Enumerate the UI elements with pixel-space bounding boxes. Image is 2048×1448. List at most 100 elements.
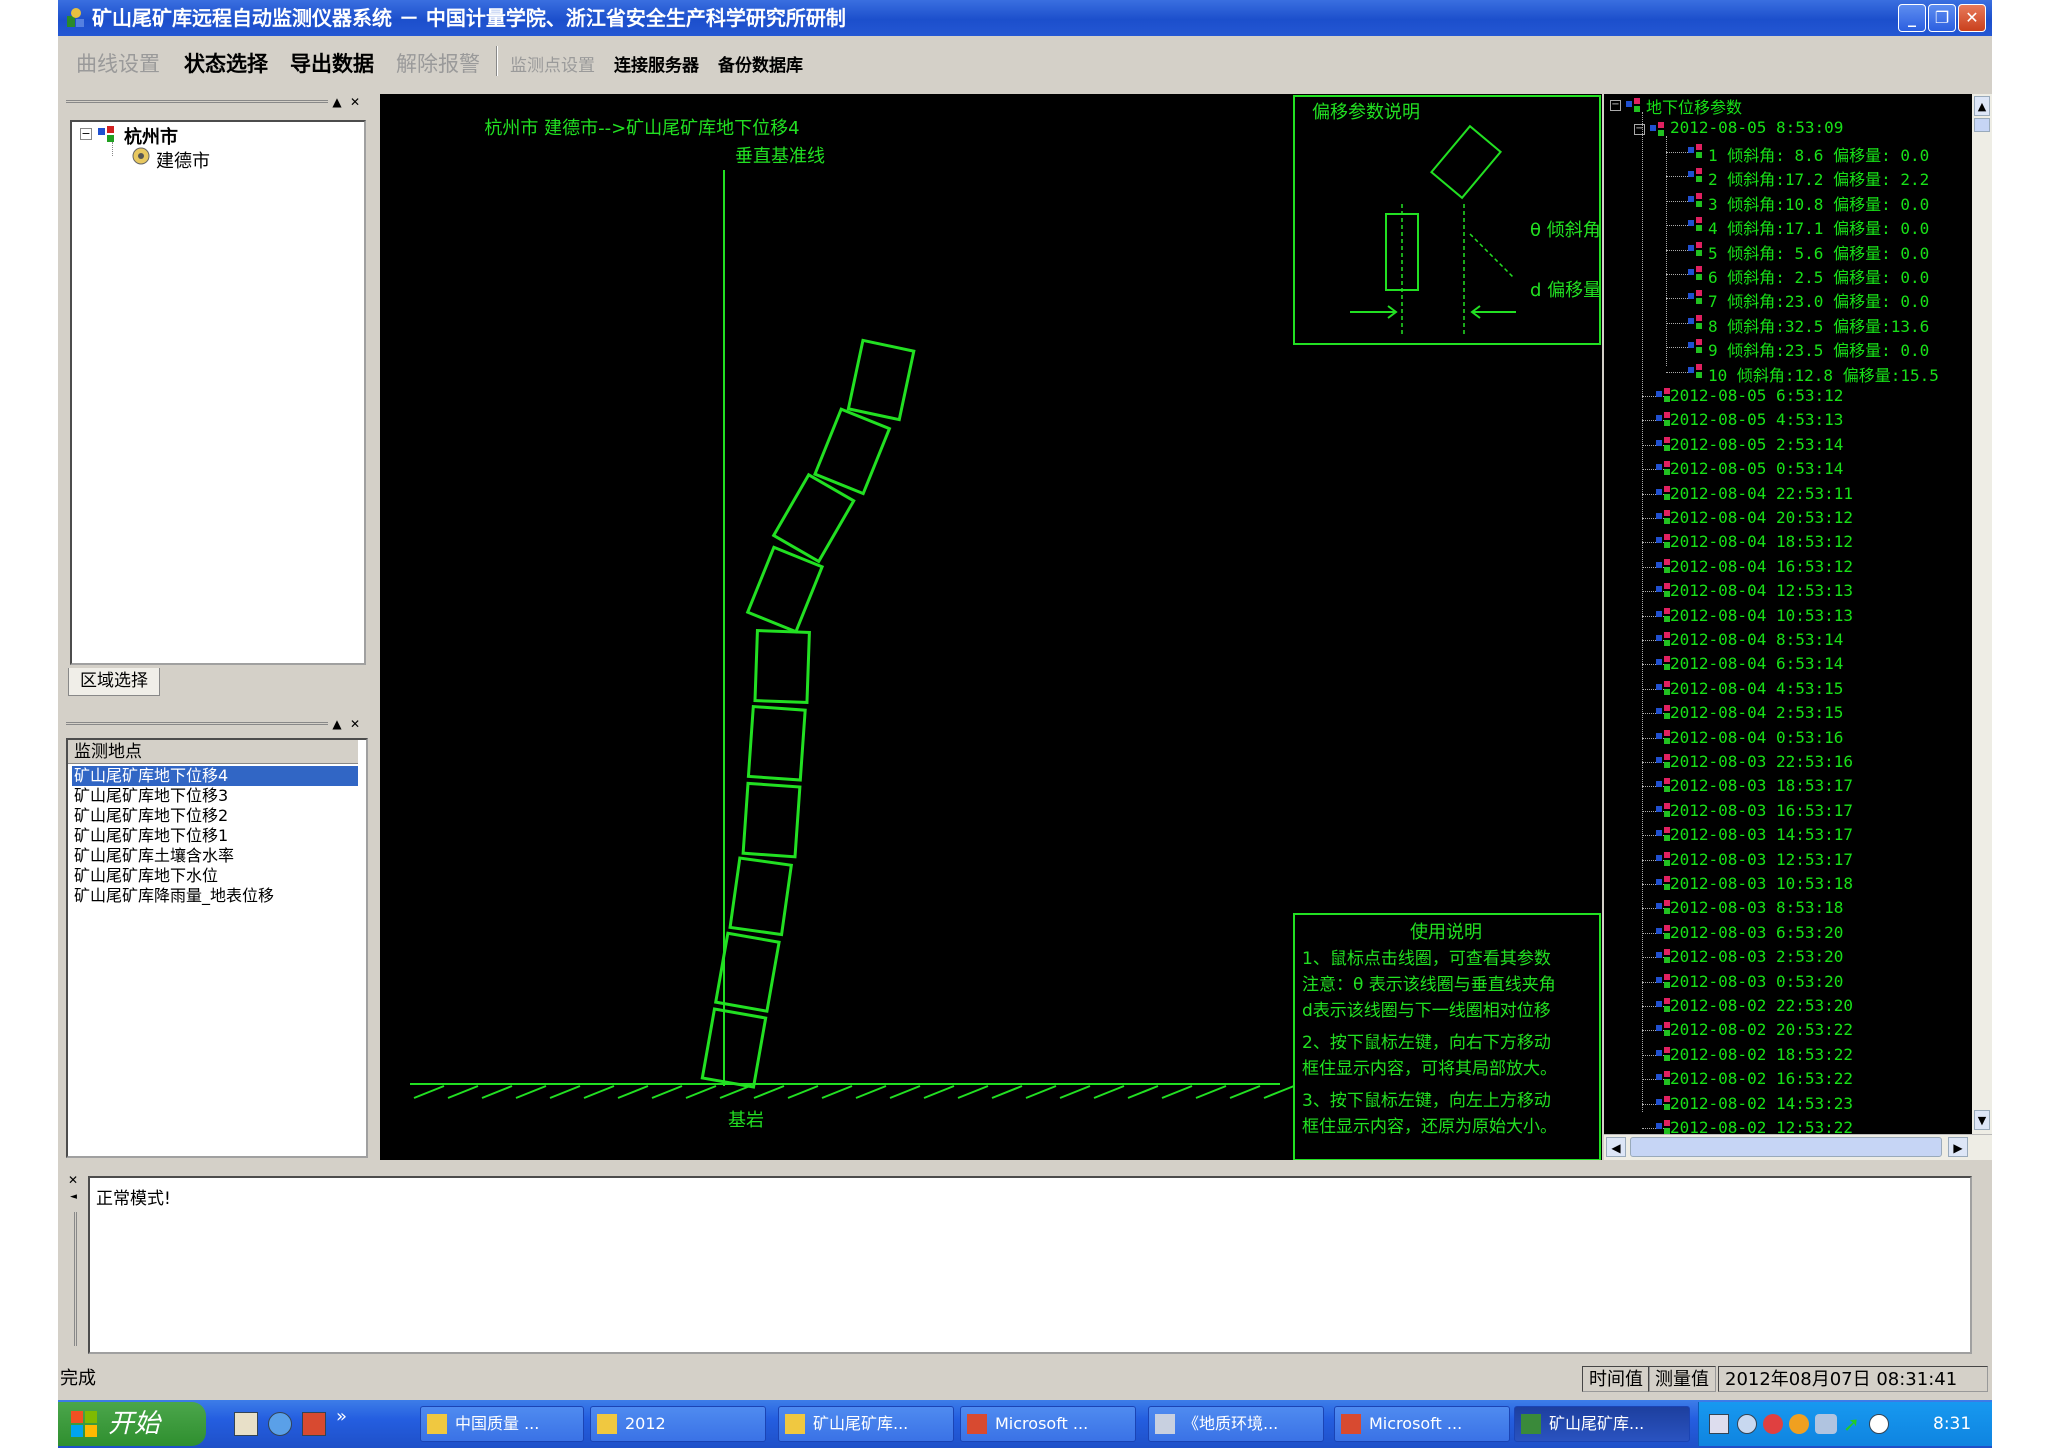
tree-time-item[interactable]: 2012-08-04 20:53:12 — [1670, 508, 1853, 527]
tab-region-select[interactable]: 区域选择 — [68, 668, 160, 696]
tree-time-item[interactable]: 2012-08-02 12:53:22 — [1670, 1118, 1853, 1134]
tree-time-item[interactable]: 2012-08-04 10:53:13 — [1670, 606, 1853, 625]
monitor-list-item[interactable]: 矿山尾矿库地下位移4 — [72, 766, 358, 786]
minimize-button[interactable]: _ — [1898, 4, 1926, 32]
tray-keyboard-icon[interactable] — [1709, 1414, 1729, 1434]
close-button[interactable]: ✕ — [1958, 4, 1986, 32]
coil-param-item[interactable]: 3 倾斜角:10.8 偏移量: 0.0 — [1708, 191, 1929, 215]
tree-time-item[interactable]: 2012-08-04 16:53:12 — [1670, 557, 1853, 576]
coil-param-item[interactable]: 2 倾斜角:17.2 偏移量: 2.2 — [1708, 166, 1929, 190]
log-pin-icon[interactable]: ◄ — [70, 1192, 80, 1206]
quicklaunch-desktop-icon[interactable] — [234, 1412, 258, 1436]
tree-time-item[interactable]: 2012-08-02 22:53:20 — [1670, 996, 1853, 1015]
tree-time-item[interactable]: 2012-08-03 0:53:20 — [1670, 972, 1843, 991]
tray-network-icon[interactable] — [1737, 1414, 1757, 1434]
tree-time-item[interactable]: 2012-08-04 6:53:14 — [1670, 654, 1843, 673]
coil-8[interactable] — [771, 472, 856, 564]
taskbar-item[interactable]: 矿山尾矿库... — [778, 1406, 954, 1442]
scroll-right-icon[interactable]: ▶ — [1948, 1137, 1968, 1157]
log-grip[interactable] — [74, 1212, 78, 1346]
menu-monitor-point-settings[interactable]: 监测点设置 — [510, 51, 595, 76]
monitor-list-item[interactable]: 矿山尾矿库地下位移3 — [72, 786, 358, 806]
tray-clock[interactable]: 8:31 — [1933, 1402, 1971, 1446]
tree-child-label[interactable]: 建德市 — [156, 147, 210, 173]
tree-time-item[interactable]: 2012-08-05 2:53:14 — [1670, 435, 1843, 454]
menu-backup-db[interactable]: 备份数据库 — [718, 51, 803, 76]
coil-param-item[interactable]: 8 倾斜角:32.5 偏移量:13.6 — [1708, 313, 1929, 337]
taskbar-item[interactable]: 2012 — [590, 1406, 766, 1442]
menu-curve-settings[interactable]: 曲线设置 — [76, 48, 160, 78]
tree-time-item[interactable]: 2012-08-04 4:53:15 — [1670, 679, 1843, 698]
quicklaunch-ie-icon[interactable] — [268, 1412, 292, 1436]
monitor-list-item[interactable]: 矿山尾矿库地下位移1 — [72, 826, 358, 846]
coil-10[interactable] — [846, 338, 916, 422]
menu-export-data[interactable]: 导出数据 — [290, 48, 374, 78]
monitor-list-item[interactable]: 矿山尾矿库地下水位 — [72, 866, 358, 886]
monitor-list-item[interactable]: 矿山尾矿库降雨量_地表位移 — [72, 886, 358, 906]
scroll-left-icon[interactable]: ◀ — [1606, 1137, 1626, 1157]
tree-time-item[interactable]: 2012-08-03 2:53:20 — [1670, 947, 1843, 966]
tree-time-item[interactable]: 2012-08-03 6:53:20 — [1670, 923, 1843, 942]
title-bar[interactable]: 矿山尾矿库远程自动监测仪器系统 － 中国计量学院、浙江省安全生产科学研究所研制 … — [58, 0, 1992, 36]
tree-time-item[interactable]: 2012-08-02 20:53:22 — [1670, 1020, 1853, 1039]
taskbar-item[interactable]: Microsoft ... — [960, 1406, 1136, 1442]
tree-time-item[interactable]: 2012-08-04 2:53:15 — [1670, 703, 1843, 722]
tray-antivirus-icon[interactable] — [1763, 1414, 1783, 1434]
dock-grip[interactable] — [66, 722, 328, 736]
tree-time-item[interactable]: 2012-08-04 12:53:13 — [1670, 581, 1853, 600]
dock-pin-icon[interactable]: ▲ — [330, 96, 344, 110]
coil-6[interactable] — [753, 629, 811, 704]
dock-pin-icon[interactable]: ▲ — [330, 718, 344, 732]
tree-collapse-icon[interactable]: − — [1610, 100, 1621, 111]
coil-param-item[interactable]: 5 倾斜角: 5.6 偏移量: 0.0 — [1708, 240, 1929, 264]
coil-9[interactable] — [813, 407, 892, 496]
coil-2[interactable] — [713, 931, 781, 1013]
tree-time-item[interactable]: 2012-08-03 14:53:17 — [1670, 825, 1853, 844]
tree-time-item[interactable]: 2012-08-02 14:53:23 — [1670, 1094, 1853, 1113]
tray-messenger-icon[interactable] — [1789, 1414, 1809, 1434]
tree-time-item[interactable]: 2012-08-03 22:53:16 — [1670, 752, 1853, 771]
tree-time-expanded[interactable]: 2012-08-05 8:53:09 — [1670, 118, 1843, 137]
coil-param-item[interactable]: 7 倾斜角:23.0 偏移量: 0.0 — [1708, 288, 1929, 312]
taskbar-item[interactable]: 《地质环境... — [1148, 1406, 1324, 1442]
tree-time-item[interactable]: 2012-08-03 10:53:18 — [1670, 874, 1853, 893]
menu-status-select[interactable]: 状态选择 — [184, 48, 268, 78]
tray-arrow-icon[interactable]: ➚ — [1843, 1412, 1865, 1436]
coil-3[interactable] — [728, 856, 794, 937]
coil-param-item[interactable]: 10 倾斜角:12.8 偏移量:15.5 — [1708, 362, 1939, 386]
dock-grip[interactable] — [66, 100, 328, 114]
tree-time-item[interactable]: 2012-08-05 4:53:13 — [1670, 410, 1843, 429]
monitor-list-item[interactable]: 矿山尾矿库土壤含水率 — [72, 846, 358, 866]
log-close-icon[interactable]: ✕ — [68, 1174, 82, 1188]
tray-volume-icon[interactable] — [1869, 1414, 1889, 1434]
coil-4[interactable] — [741, 781, 802, 859]
start-button[interactable]: 开始 — [58, 1402, 206, 1446]
coil-5[interactable] — [746, 704, 807, 782]
coil-1[interactable] — [700, 1007, 768, 1089]
log-output[interactable]: 正常模式! — [88, 1176, 1972, 1354]
taskbar-item[interactable]: Microsoft ... — [1334, 1406, 1510, 1442]
maximize-button[interactable]: ❐ — [1928, 4, 1956, 32]
quicklaunch-app-icon[interactable] — [302, 1412, 326, 1436]
tree-time-item[interactable]: 2012-08-03 16:53:17 — [1670, 801, 1853, 820]
tree-time-item[interactable]: 2012-08-02 18:53:22 — [1670, 1045, 1853, 1064]
tree-time-item[interactable]: 2012-08-04 0:53:16 — [1670, 728, 1843, 747]
param-tree[interactable]: − 地下位移参数 −2012-08-05 8:53:09 1 倾斜角: 8.6 偏移量… — [1604, 94, 1972, 1134]
tree-time-item[interactable]: 2012-08-03 18:53:17 — [1670, 776, 1853, 795]
tree-time-item[interactable]: 2012-08-05 0:53:14 — [1670, 459, 1843, 478]
coil-param-item[interactable]: 9 倾斜角:23.5 偏移量: 0.0 — [1708, 337, 1929, 361]
scroll-thumb-horizontal[interactable] — [1630, 1137, 1942, 1157]
list-header[interactable]: 监测地点 — [68, 740, 358, 764]
tree-time-item[interactable]: 2012-08-02 16:53:22 — [1670, 1069, 1853, 1088]
dock-close-icon[interactable]: ✕ — [348, 96, 362, 110]
coil-param-item[interactable]: 4 倾斜角:17.1 偏移量: 0.0 — [1708, 215, 1929, 239]
tree-time-item[interactable]: 2012-08-03 8:53:18 — [1670, 898, 1843, 917]
tree-collapse-icon[interactable]: − — [1634, 124, 1645, 135]
quicklaunch-more-icon[interactable]: » — [336, 1406, 347, 1427]
scroll-thumb[interactable] — [1974, 118, 1990, 132]
coil-param-item[interactable]: 6 倾斜角: 2.5 偏移量: 0.0 — [1708, 264, 1929, 288]
menu-clear-alarm[interactable]: 解除报警 — [396, 48, 480, 78]
scroll-down-icon[interactable]: ▼ — [1974, 1110, 1990, 1130]
scroll-up-icon[interactable]: ▲ — [1974, 96, 1990, 116]
tree-time-item[interactable]: 2012-08-04 8:53:14 — [1670, 630, 1843, 649]
